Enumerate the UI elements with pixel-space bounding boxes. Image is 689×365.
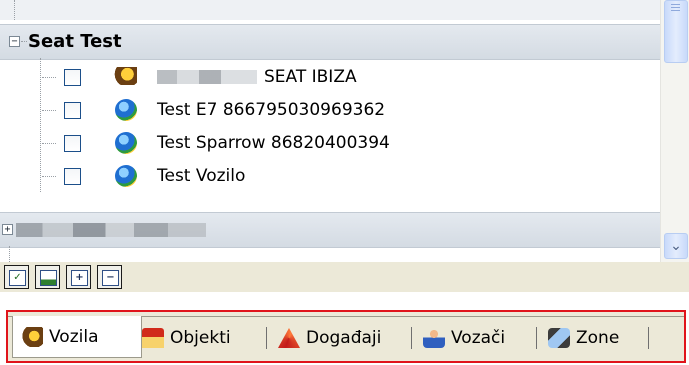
tab-label: Zone <box>576 328 620 348</box>
item-label: Test E7 866795030969362 <box>157 100 386 120</box>
group-label: Seat Test <box>28 31 122 52</box>
expand-icon[interactable]: + <box>2 224 13 235</box>
globe-icon <box>115 99 137 121</box>
driver-icon <box>423 328 445 348</box>
check-all-icon: ✓ <box>9 270 26 286</box>
tab-label: Vozači <box>451 328 506 348</box>
tab-zone[interactable]: Zone <box>540 319 619 357</box>
uncheck-all-icon <box>40 270 57 286</box>
scroll-thumb[interactable] <box>664 0 688 63</box>
item-checkbox[interactable] <box>64 135 81 152</box>
tab-vozaci[interactable]: Vozači <box>415 319 505 357</box>
tree-top-row <box>0 0 660 20</box>
tab-separator <box>411 327 412 349</box>
tree-children-connector <box>40 58 41 192</box>
item-label: Test Vozilo <box>157 166 246 186</box>
tree-toolbar: ✓ + − <box>0 262 689 292</box>
redacted-plate <box>157 70 257 84</box>
expand-all-icon: + <box>71 270 88 286</box>
tab-separator <box>536 327 537 349</box>
tree-item[interactable]: Test E7 866795030969362 <box>42 95 427 125</box>
tab-objekti[interactable]: Objekti <box>134 319 231 357</box>
zone-icon <box>548 328 570 348</box>
check-all-button[interactable]: ✓ <box>4 265 29 289</box>
item-label: SEAT IBIZA <box>264 67 357 87</box>
tree-group-seat-test[interactable]: − Seat Test <box>0 24 660 60</box>
globe-icon <box>115 132 137 154</box>
tab-separator <box>648 327 649 349</box>
collapse-all-icon: − <box>102 270 119 286</box>
item-label: Test Sparrow 86820400394 <box>157 133 390 153</box>
item-checkbox[interactable] <box>64 69 81 86</box>
uncheck-all-button[interactable] <box>35 265 60 289</box>
vehicle-icon <box>21 326 43 347</box>
tab-label: Objekti <box>170 328 231 348</box>
tree-item[interactable]: SEAT IBIZA <box>42 62 427 92</box>
tree-group-collapsed[interactable]: + <box>0 212 660 248</box>
item-checkbox[interactable] <box>64 102 81 119</box>
expand-all-button[interactable]: + <box>66 265 91 289</box>
tree-item[interactable]: Test Vozilo <box>42 161 427 191</box>
chevron-down-icon: ⌄ <box>670 238 682 254</box>
vehicle-tree: − Seat Test SEAT IBIZA Test E7 866795030… <box>0 0 660 262</box>
collapse-all-button[interactable]: − <box>97 265 122 289</box>
tree-item[interactable]: Test Sparrow 86820400394 <box>42 128 427 158</box>
building-icon <box>142 328 164 348</box>
item-checkbox[interactable] <box>64 168 81 185</box>
collapse-icon[interactable]: − <box>9 36 20 47</box>
tab-dogadjaji[interactable]: Događaji <box>270 319 381 357</box>
event-cone-icon <box>278 328 300 348</box>
redacted-group-label <box>16 223 206 237</box>
tab-separator <box>266 327 267 349</box>
tree-connector-line <box>14 0 15 20</box>
globe-icon <box>115 165 137 187</box>
tab-label: Događaji <box>306 328 382 348</box>
scroll-down-button[interactable]: ⌄ <box>664 233 688 259</box>
tab-vozila[interactable]: Vozila <box>12 316 142 358</box>
tab-label: Vozila <box>49 326 99 347</box>
vehicle-icon <box>113 67 137 85</box>
bottom-tab-strip: Vozila Objekti Događaji Vozači Zone <box>6 310 686 363</box>
vertical-scrollbar[interactable]: ⌄ <box>660 0 689 262</box>
